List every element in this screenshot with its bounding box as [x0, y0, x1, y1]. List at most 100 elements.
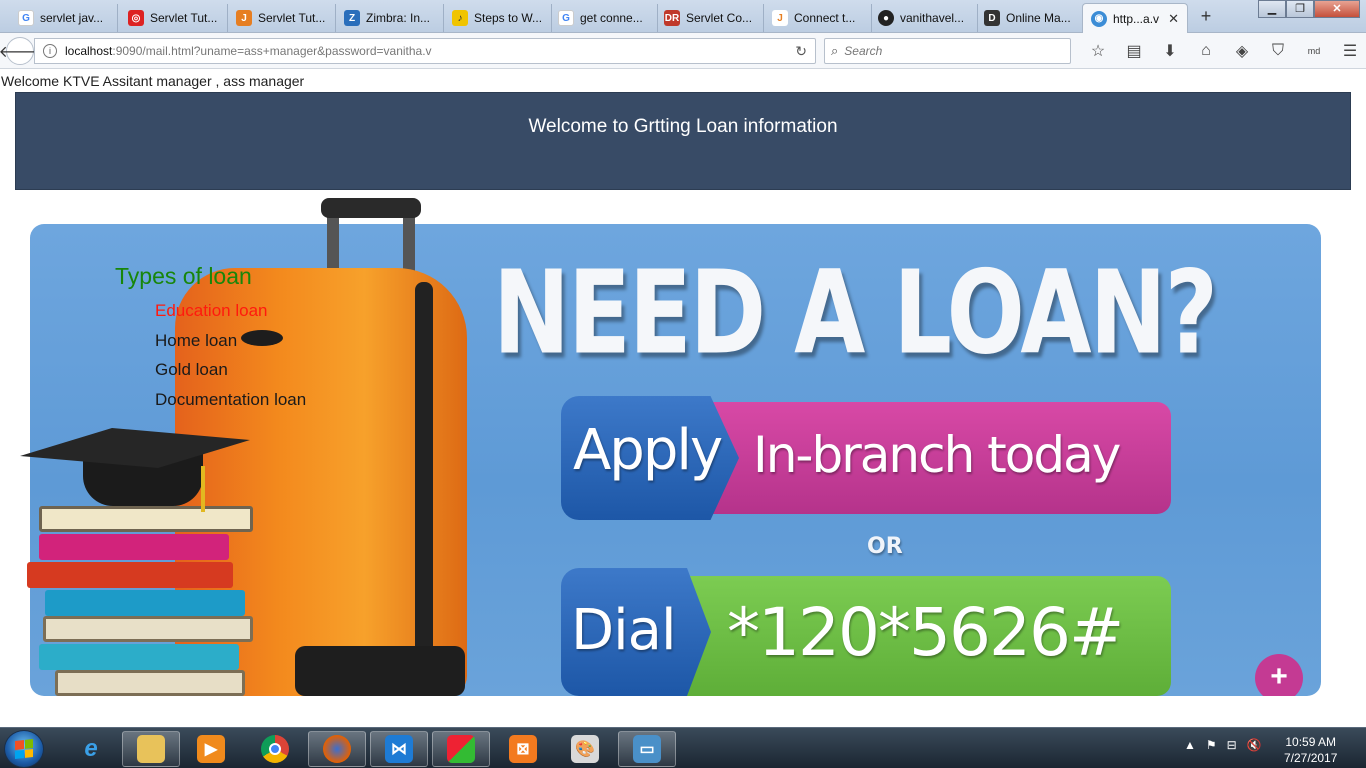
clock-date: 7/27/2017 [1284, 751, 1338, 765]
d-icon: D [984, 10, 1000, 26]
dr-icon: DR [664, 10, 680, 26]
suitcase-base [295, 646, 465, 696]
loan-item-education[interactable]: Education loan [155, 296, 306, 326]
tab-2[interactable]: ◎ Servlet Tut... [120, 4, 228, 32]
tab-label: Servlet Tut... [150, 11, 218, 25]
windows-logo-icon [15, 739, 33, 759]
search-icon: ⌕ [831, 43, 839, 58]
suitcase-handle-top [321, 198, 421, 218]
plus-icon: + [1255, 654, 1303, 696]
tab-8[interactable]: J Connect t... [764, 4, 872, 32]
profile-button[interactable]: md [1296, 40, 1332, 62]
paint-icon: 🎨 [571, 735, 599, 763]
tab-label: servlet jav... [40, 11, 104, 25]
github-icon: ● [878, 10, 894, 26]
banner-number-text: *120*5626# [727, 594, 1124, 671]
tab-label: http...a.v [1113, 11, 1160, 26]
minimize-button[interactable]: ▁ [1258, 0, 1286, 18]
visual-studio-icon: ⋈ [385, 735, 413, 763]
navigation-toolbar: 🡐 i localhost:9090/mail.html?uname=ass+m… [0, 33, 1366, 69]
taskbar-app-7[interactable] [432, 731, 490, 767]
network-icon[interactable]: ⊟ [1227, 738, 1237, 752]
banner-or-text: OR [867, 534, 903, 559]
javatpoint-icon: J [236, 10, 252, 26]
search-input[interactable]: ⌕ Search [824, 38, 1071, 64]
taskbar-photos[interactable]: ▭ [618, 731, 676, 767]
tab-label: Online Ma... [1006, 11, 1071, 25]
taskbar-xampp[interactable]: ⊠ [494, 731, 552, 767]
tab-label: Connect t... [794, 11, 856, 25]
taskbar-ie[interactable]: e [62, 731, 120, 767]
taskbar-media-player[interactable]: ▶ [182, 731, 240, 767]
clock[interactable]: 10:59 AM 7/27/2017 [1284, 734, 1337, 766]
book [27, 562, 233, 588]
book [39, 644, 239, 670]
info-icon[interactable]: i [43, 44, 57, 58]
banner-inbranch-text: In-branch today [753, 426, 1121, 484]
book [39, 534, 229, 560]
tab-5[interactable]: ♪ Steps to W... [444, 4, 552, 32]
start-button[interactable] [4, 730, 44, 768]
back-button[interactable]: 🡐 [0, 37, 41, 65]
tab-label: Servlet Co... [686, 11, 753, 25]
taskbar-paint[interactable]: 🎨 [556, 731, 614, 767]
banner-dial-text: Dial [571, 598, 677, 663]
photo-viewer-icon: ▭ [633, 735, 661, 763]
media-player-icon: ▶ [197, 735, 225, 763]
tab-10[interactable]: D Online Ma... [976, 4, 1084, 32]
tab-label: get conne... [580, 11, 643, 25]
loan-item-gold[interactable]: Gold loan [155, 355, 306, 385]
maximize-button[interactable]: ❐ [1286, 0, 1314, 18]
shield-icon[interactable]: ⛉ [1260, 40, 1296, 62]
download-icon[interactable]: ⬇ [1152, 40, 1188, 62]
firefox-icon [323, 735, 351, 763]
loan-item-documentation[interactable]: Documentation loan [155, 385, 306, 415]
close-window-button[interactable]: ✕ [1314, 0, 1360, 18]
chrome-icon [261, 735, 289, 763]
book [45, 590, 245, 616]
tab-6[interactable]: G get conne... [550, 4, 658, 32]
new-tab-button[interactable]: + [1196, 6, 1216, 27]
tab-1[interactable]: G servlet jav... [10, 4, 118, 32]
volume-muted-icon[interactable]: 🔇 [1247, 738, 1262, 752]
loan-types-list: Education loan Home loan Gold loan Docum… [155, 296, 306, 414]
opera-icon: ◎ [128, 10, 144, 26]
home-icon[interactable]: ⌂ [1188, 40, 1224, 62]
tab-label: Servlet Tut... [258, 11, 326, 25]
taskbar-chrome[interactable] [246, 731, 304, 767]
taskbar-visual-studio[interactable]: ⋈ [370, 731, 428, 767]
url-host: localhost [65, 44, 113, 58]
flag-icon[interactable]: ⚑ [1206, 738, 1217, 752]
tab-9[interactable]: ● vanithavel... [870, 4, 978, 32]
tab-7[interactable]: DR Servlet Co... [656, 4, 764, 32]
reading-list-icon[interactable]: ▤ [1116, 40, 1152, 62]
tab-label: vanithavel... [900, 11, 965, 25]
app-icon [447, 735, 475, 763]
system-tray: ▲ ⚑ ⊟ 🔇 [1184, 738, 1262, 752]
tab-3[interactable]: J Servlet Tut... [228, 4, 336, 32]
suitcase-stripe [415, 282, 433, 682]
tab-label: Steps to W... [474, 11, 543, 25]
bookmark-star-icon[interactable]: ☆ [1080, 40, 1116, 62]
loan-item-home[interactable]: Home loan [155, 326, 306, 356]
welcome-user-text: Welcome KTVE Assitant manager , ass mana… [1, 73, 305, 89]
taskbar-firefox[interactable] [308, 731, 366, 767]
internet-explorer-icon: e [84, 735, 98, 762]
tab-strip: G servlet jav... ◎ Servlet Tut... J Serv… [0, 0, 1366, 33]
show-hidden-icons-icon[interactable]: ▲ [1184, 738, 1196, 752]
close-tab-icon[interactable]: ✕ [1168, 11, 1179, 27]
zimbra-icon: Z [344, 10, 360, 26]
reload-icon[interactable]: ↻ [795, 43, 807, 60]
book [55, 670, 245, 696]
address-bar[interactable]: i localhost:9090/mail.html?uname=ass+man… [34, 38, 816, 64]
suitcase-handle-right [403, 214, 415, 274]
url-path: :9090/mail.html?uname=ass+manager&passwo… [112, 44, 432, 58]
toolbar-icons: ☆ ▤ ⬇ ⌂ ◈ ⛉ md ☰ [1080, 40, 1366, 62]
page-icon: ◉ [1091, 10, 1107, 27]
pocket-icon[interactable]: ◈ [1224, 40, 1260, 62]
tab-label: Zimbra: In... [366, 11, 431, 25]
tab-4[interactable]: Z Zimbra: In... [336, 4, 444, 32]
tab-11-active[interactable]: ◉ http...a.v ✕ [1082, 3, 1188, 33]
menu-icon[interactable]: ☰ [1332, 40, 1366, 62]
taskbar-explorer[interactable] [122, 731, 180, 767]
